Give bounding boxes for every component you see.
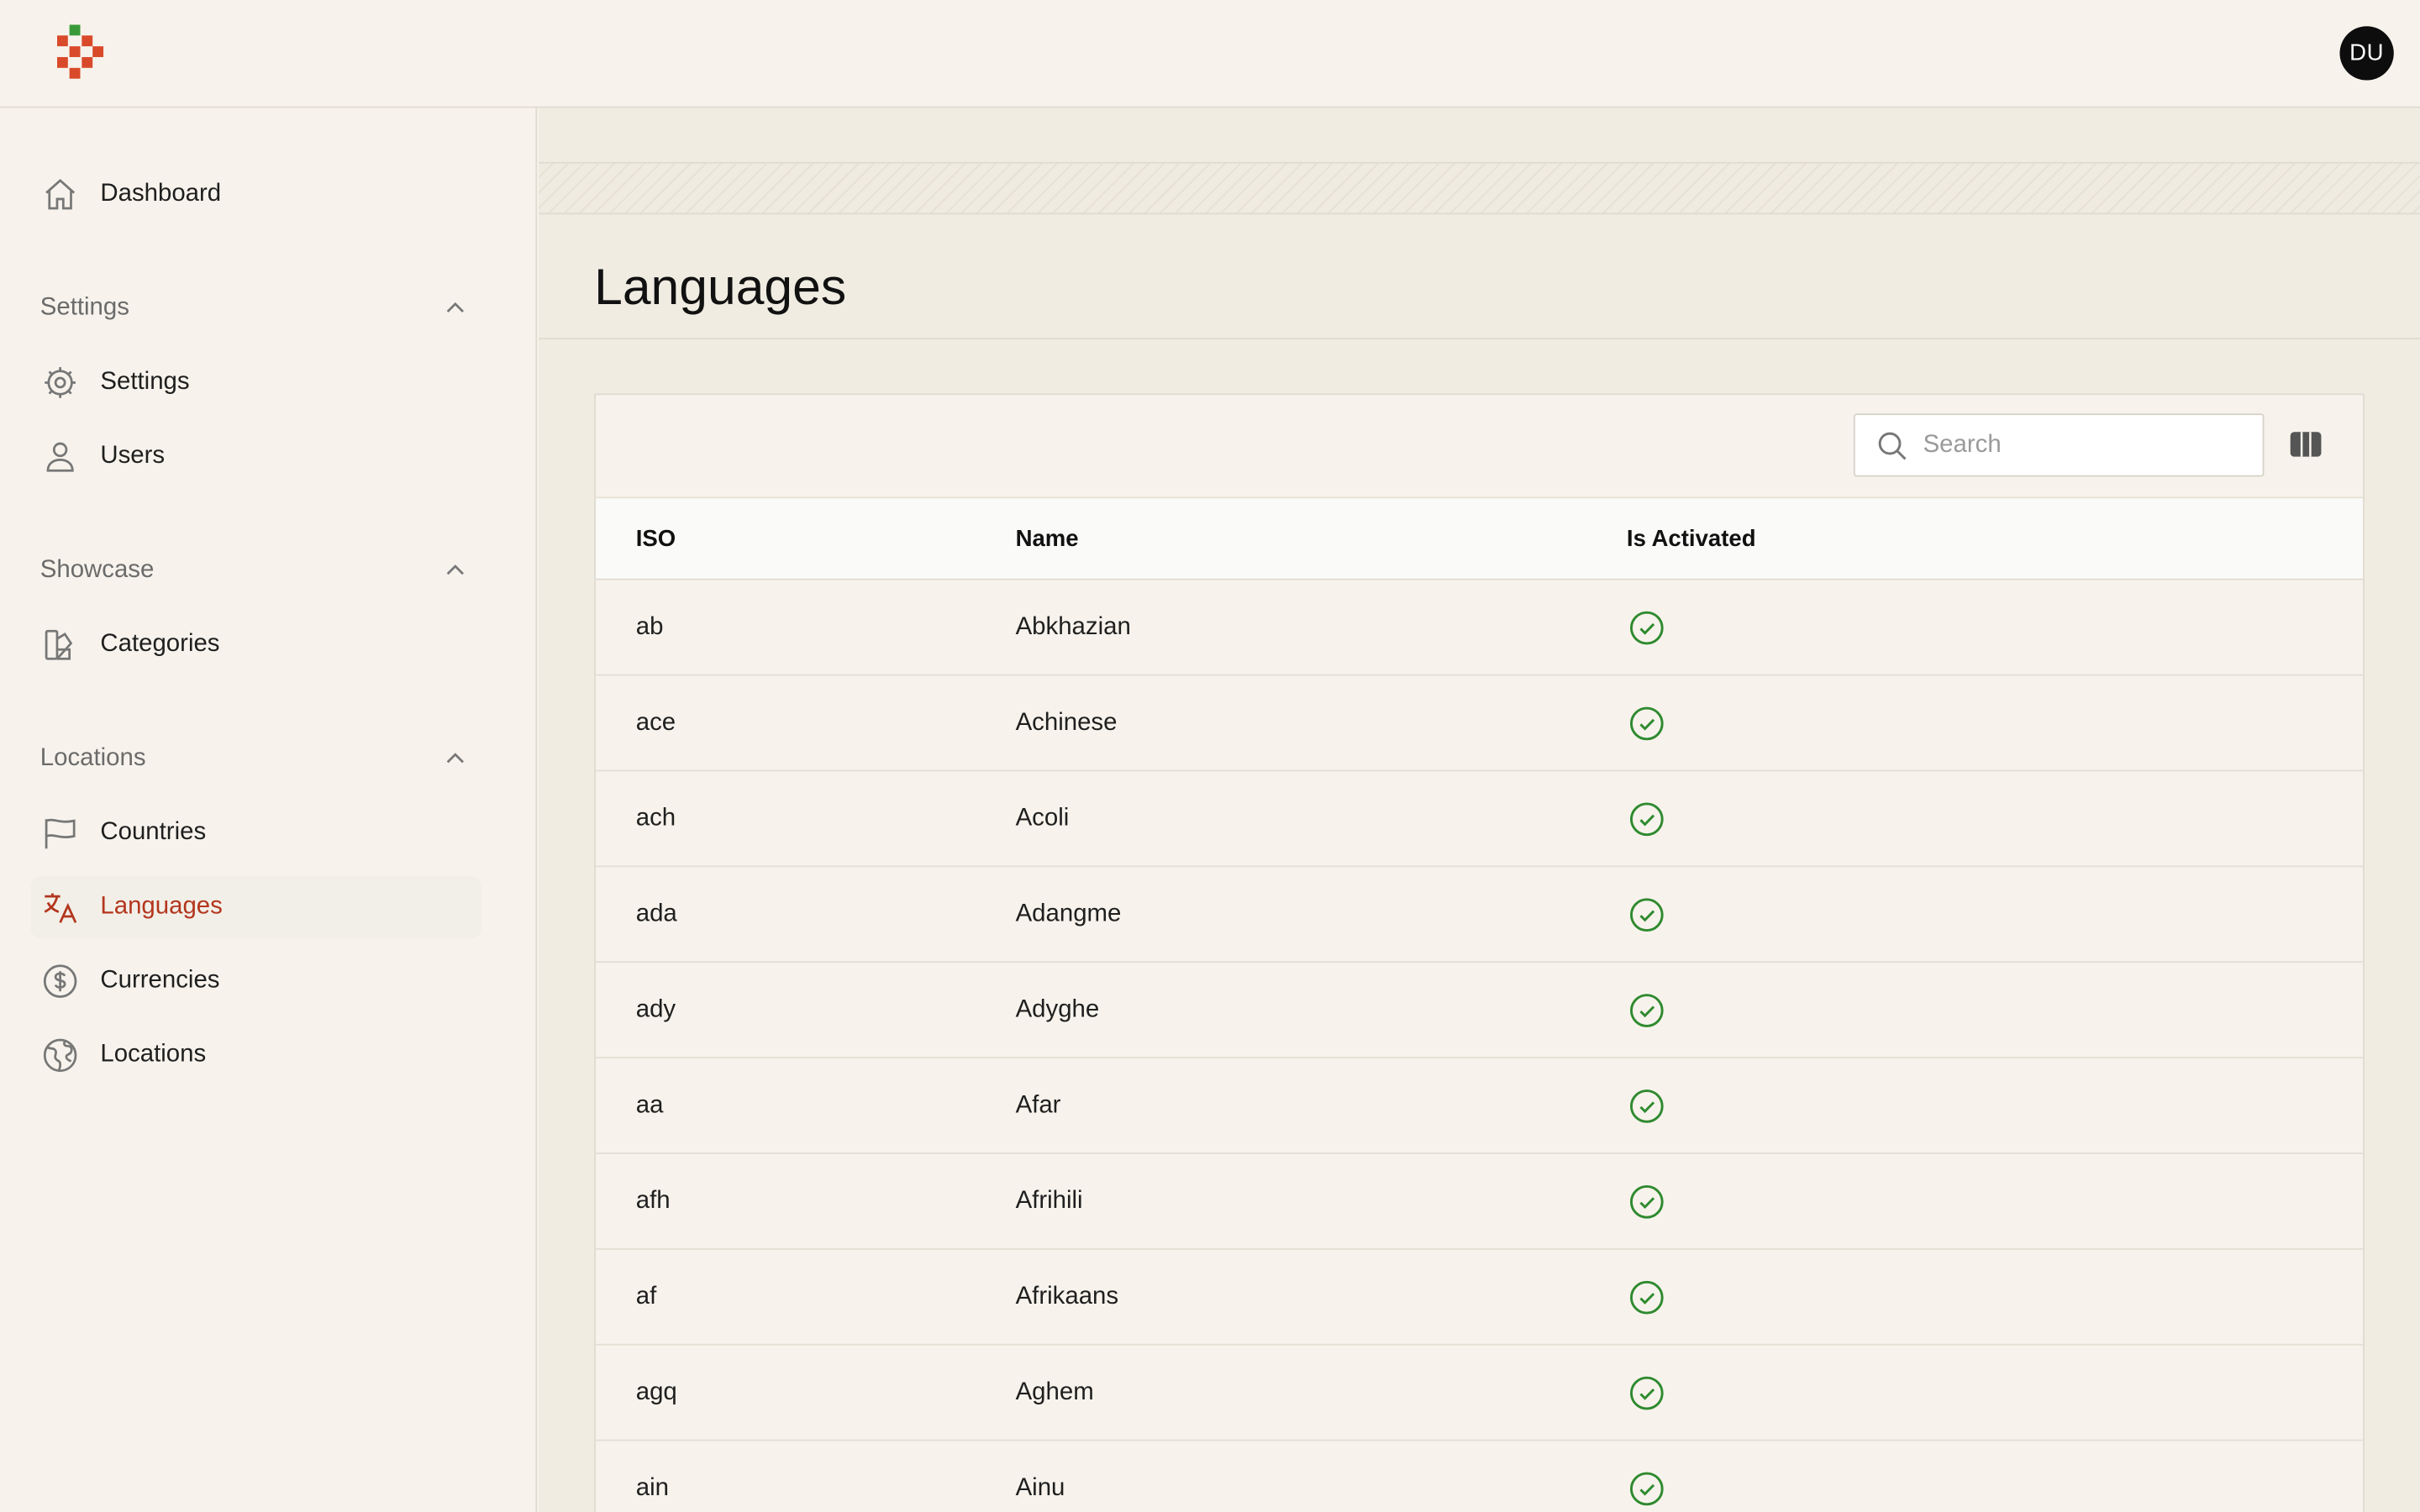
column-header-is-activated[interactable]: Is Activated: [1627, 498, 1756, 579]
sidebar-item-label: Countries: [100, 819, 207, 846]
name-cell: Achinese: [1015, 708, 1118, 736]
top-bar: DU: [0, 0, 2420, 108]
flag-icon: [42, 815, 79, 852]
iso-cell: af: [635, 1283, 657, 1310]
search-input[interactable]: [1923, 431, 2232, 459]
main-content: Languages ISO Name Is Activated ab Abkha…: [539, 108, 2420, 1512]
search-icon: [1878, 431, 1907, 459]
sidebar-item-label: Locations: [100, 1041, 207, 1068]
iso-cell: agq: [635, 1378, 677, 1405]
table-row[interactable]: agq Aghem: [595, 1346, 2364, 1441]
search-box[interactable]: [1853, 413, 2265, 477]
sidebar-item-currencies[interactable]: Currencies: [31, 950, 481, 1011]
section-title: Locations: [39, 745, 146, 772]
iso-cell: afh: [635, 1187, 671, 1214]
table-row[interactable]: ada Adangme: [595, 867, 2364, 963]
iso-cell: ain: [635, 1474, 669, 1501]
app-logo-icon[interactable]: [56, 24, 107, 83]
table-row[interactable]: afh Afrihili: [595, 1154, 2364, 1250]
table-row[interactable]: ach Acoli: [595, 771, 2364, 868]
name-cell: Abkhazian: [1015, 613, 1131, 640]
sidebar-item-categories[interactable]: Categories: [31, 614, 481, 675]
name-cell: Acoli: [1015, 804, 1070, 832]
table-row[interactable]: ady Adyghe: [595, 963, 2364, 1058]
sidebar-item-languages[interactable]: Languages: [30, 876, 482, 938]
name-cell: Adangme: [1015, 900, 1122, 927]
section-showcase-toggle[interactable]: Showcase: [40, 553, 472, 590]
iso-cell: ach: [635, 804, 676, 832]
check-circle-icon: [1628, 867, 1665, 961]
name-cell: Aghem: [1015, 1378, 1094, 1405]
globe-icon: [42, 1037, 79, 1074]
sidebar-item-label: Dashboard: [100, 180, 222, 207]
check-circle-icon: [1628, 1058, 1665, 1152]
chevron-up-icon: [446, 753, 464, 764]
check-circle-icon: [1628, 1441, 1665, 1512]
table-row[interactable]: ace Achinese: [595, 675, 2364, 772]
sidebar-item-settings[interactable]: Settings: [31, 352, 481, 413]
sidebar-item-countries[interactable]: Countries: [31, 802, 481, 864]
section-title: Showcase: [39, 557, 155, 584]
table-row[interactable]: ain Ainu: [596, 1441, 2363, 1512]
sidebar-item-label: Settings: [100, 368, 190, 396]
check-circle-icon: [1628, 675, 1665, 769]
iso-cell: ada: [635, 900, 677, 927]
sidebar-item-dashboard[interactable]: Dashboard: [31, 164, 481, 225]
user-icon: [42, 438, 79, 475]
check-circle-icon: [1628, 1154, 1665, 1248]
chevron-up-icon: [446, 302, 464, 312]
iso-cell: aa: [635, 1091, 664, 1118]
languages-table-card: ISO Name Is Activated ab Abkhazian ace A…: [594, 393, 2365, 1512]
iso-cell: ady: [635, 995, 676, 1022]
sidebar: Dashboard Settings Settings Users Showca…: [0, 108, 538, 1512]
swatch-icon: [42, 627, 79, 664]
sidebar-item-label: Currencies: [100, 967, 220, 994]
columns-toggle-button[interactable]: [2289, 430, 2323, 458]
column-header-name[interactable]: Name: [1016, 498, 1079, 579]
name-cell: Adyghe: [1015, 995, 1100, 1022]
iso-cell: ace: [635, 708, 676, 736]
iso-cell: ab: [635, 613, 664, 640]
check-circle-icon: [1628, 1250, 1665, 1344]
section-title: Settings: [39, 294, 129, 322]
section-locations-toggle[interactable]: Locations: [40, 741, 472, 778]
gear-icon: [42, 364, 79, 401]
chevron-up-icon: [446, 564, 464, 575]
dollar-icon: [42, 963, 79, 1000]
sidebar-item-users[interactable]: Users: [31, 426, 481, 487]
check-circle-icon: [1628, 771, 1665, 865]
sidebar-item-label: Languages: [100, 893, 223, 920]
table-body: ab Abkhazian ace Achinese ach Acoli ada …: [595, 580, 2364, 1512]
name-cell: Ainu: [1015, 1474, 1065, 1501]
sidebar-item-label: Categories: [100, 631, 220, 658]
sidebar-item-locations[interactable]: Locations: [31, 1025, 481, 1086]
check-circle-icon: [1628, 1346, 1665, 1440]
user-avatar[interactable]: DU: [2339, 26, 2394, 81]
check-circle-icon: [1628, 963, 1665, 1057]
name-cell: Afrihili: [1015, 1187, 1083, 1214]
table-row[interactable]: aa Afar: [595, 1058, 2364, 1154]
check-circle-icon: [1628, 580, 1665, 675]
columns-icon: [2290, 432, 2322, 457]
table-row[interactable]: ab Abkhazian: [595, 580, 2364, 676]
home-icon: [42, 176, 79, 213]
translate-icon: [42, 889, 79, 926]
table-toolbar: [596, 395, 2363, 496]
page-title: Languages: [594, 257, 847, 315]
page-header: Languages: [539, 214, 2420, 340]
table-row[interactable]: af Afrikaans: [595, 1250, 2364, 1346]
section-settings-toggle[interactable]: Settings: [40, 290, 472, 327]
striped-banner: [539, 161, 2420, 215]
column-header-iso[interactable]: ISO: [636, 498, 676, 579]
sidebar-item-label: Users: [100, 443, 166, 470]
name-cell: Afar: [1015, 1091, 1061, 1118]
table-header-row: ISO Name Is Activated: [595, 496, 2364, 580]
name-cell: Afrikaans: [1015, 1283, 1119, 1310]
